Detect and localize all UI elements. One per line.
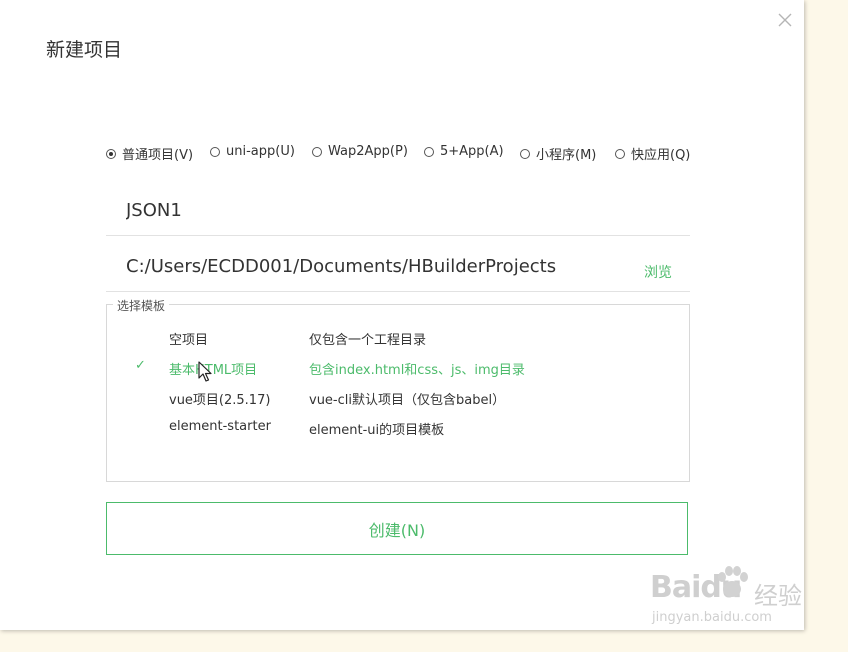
template-row-basic-html[interactable]: ✓ 基本HTML项目 包含index.html和css、js、img目录: [107, 355, 689, 381]
template-description: 包含index.html和css、js、img目录: [309, 363, 525, 378]
radio-5plus-app[interactable]: 5+App(A): [424, 144, 504, 159]
project-name-input[interactable]: [106, 195, 626, 225]
template-name: element-starter: [169, 419, 271, 434]
radio-quick-app[interactable]: 快应用(Q): [615, 144, 690, 163]
radio-label: 小程序(M): [536, 148, 597, 163]
radio-unselected-icon: [312, 146, 322, 157]
template-name: 空项目: [169, 333, 209, 348]
project-path-field: 浏览: [106, 252, 690, 292]
radio-unselected-icon: [520, 148, 530, 159]
template-description: element-ui的项目模板: [309, 423, 445, 438]
radio-unselected-icon: [615, 148, 625, 159]
template-name: 基本HTML项目: [169, 363, 258, 378]
checkmark-icon: ✓: [135, 358, 146, 373]
radio-normal-project[interactable]: 普通项目(V): [106, 144, 193, 163]
radio-unselected-icon: [424, 146, 434, 157]
new-project-dialog: 新建项目 普通项目(V) uni-app(U) Wap2App(P) 5+App…: [0, 0, 804, 630]
template-description: 仅包含一个工程目录: [309, 333, 427, 348]
radio-mini-program[interactable]: 小程序(M): [520, 144, 596, 163]
project-name-field: [106, 192, 690, 236]
radio-label: uni-app(U): [226, 144, 295, 159]
template-row-element-starter[interactable]: element-starter element-ui的项目模板: [107, 415, 689, 441]
template-legend: 选择模板: [113, 297, 170, 314]
close-icon[interactable]: [775, 10, 795, 30]
template-name: vue项目(2.5.17): [169, 393, 271, 408]
radio-unselected-icon: [210, 146, 220, 157]
template-row-vue[interactable]: vue项目(2.5.17) vue-cli默认项目（仅包含babel）: [107, 385, 689, 411]
radio-label: Wap2App(P): [328, 144, 408, 159]
radio-label: 普通项目(V): [122, 148, 194, 163]
dialog-title: 新建项目: [46, 39, 123, 61]
template-description: vue-cli默认项目（仅包含babel）: [309, 393, 506, 408]
radio-label: 5+App(A): [440, 144, 504, 159]
template-selector: 选择模板 空项目 仅包含一个工程目录 ✓ 基本HTML项目 包含index.ht…: [106, 297, 690, 482]
browse-button[interactable]: 浏览: [644, 262, 672, 282]
radio-label: 快应用(Q): [631, 148, 691, 163]
project-path-input[interactable]: [106, 252, 626, 280]
radio-selected-icon: [106, 148, 116, 159]
watermark-url: jingyan.baidu.com: [652, 610, 772, 625]
radio-wap2app[interactable]: Wap2App(P): [312, 144, 408, 159]
radio-uni-app[interactable]: uni-app(U): [210, 144, 295, 159]
baidu-jingyan-watermark: Baidu 经验 jingyan.baidu.com: [650, 562, 810, 632]
project-type-group: 普通项目(V) uni-app(U) Wap2App(P) 5+App(A) 小…: [106, 144, 706, 163]
watermark-sub: 经验: [754, 582, 802, 610]
create-button[interactable]: 创建(N): [106, 502, 688, 555]
mouse-pointer-icon: [198, 361, 212, 383]
template-row-empty[interactable]: 空项目 仅包含一个工程目录: [107, 325, 689, 351]
paw-icon: [718, 566, 748, 597]
